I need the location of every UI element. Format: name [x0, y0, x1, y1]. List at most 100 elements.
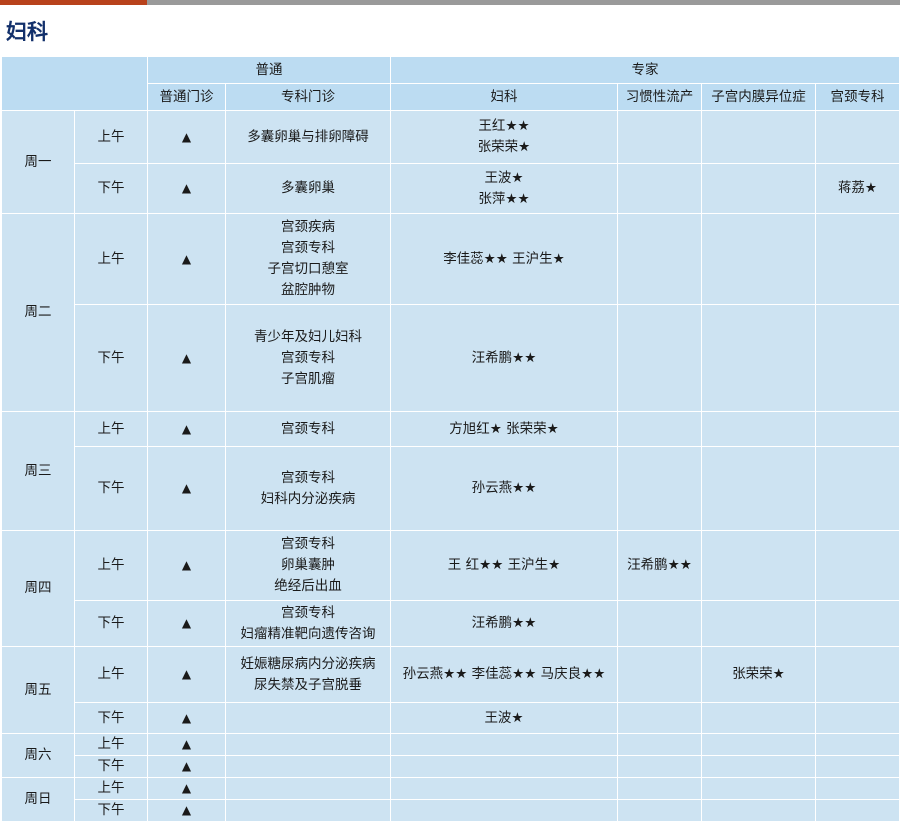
general-clinic-mark: ▲	[147, 600, 226, 647]
gyn-expert-cell: 孙云燕★★ 李佳蕊★★ 马庆良★★	[390, 646, 618, 703]
day-cell: 周五	[1, 646, 75, 734]
period-cell: 下午	[74, 163, 148, 214]
page-title: 妇科	[6, 20, 48, 44]
general-clinic-mark: ▲	[147, 446, 226, 531]
recurrent-expert-cell	[617, 110, 702, 164]
header-specialty-clinic: 专科门诊	[225, 83, 391, 111]
clinic-schedule-table: 普通 专家 普通门诊 专科门诊 妇科 习惯性流产 子宫内膜异位症 宫颈专科 周一…	[1, 56, 900, 822]
corner-cell	[1, 56, 148, 111]
specialty-cell: 青少年及妇儿妇科 宫颈专科 子宫肌瘤	[225, 304, 391, 412]
period-cell: 下午	[74, 304, 148, 412]
period-cell: 上午	[74, 213, 148, 305]
recurrent-expert-cell	[617, 213, 702, 305]
specialty-cell	[225, 733, 391, 756]
specialty-cell: 多囊卵巢与排卵障碍	[225, 110, 391, 164]
period-cell: 下午	[74, 755, 148, 778]
gyn-expert-cell: 王红★★ 张荣荣★	[390, 110, 618, 164]
endo-expert-cell	[701, 799, 816, 822]
cervical-expert-cell	[815, 799, 900, 822]
period-cell: 下午	[74, 600, 148, 647]
expert-line: 汪希鹏★★	[471, 615, 537, 631]
recurrent-expert-cell	[617, 446, 702, 531]
specialty-line: 宫颈专科	[281, 349, 335, 366]
cervical-expert-cell	[815, 213, 900, 305]
gyn-expert-cell: 王波★ 张萍★★	[390, 163, 618, 214]
general-clinic-mark: ▲	[147, 646, 226, 703]
general-clinic-mark: ▲	[147, 163, 226, 214]
expert-line: 王波★	[484, 709, 524, 726]
day-cell: 周六	[1, 733, 75, 778]
specialty-line: 宫颈专科	[281, 536, 335, 552]
cervical-expert-cell	[815, 755, 900, 778]
recurrent-expert-cell	[617, 755, 702, 778]
specialty-line: 妇瘤精准靶向遗传咨询	[240, 625, 376, 642]
gyn-expert-cell	[390, 755, 618, 778]
expert-line: 王红★★	[478, 118, 530, 134]
cervical-expert-cell	[815, 646, 900, 703]
period-cell: 上午	[74, 777, 148, 800]
cervical-expert-cell	[815, 777, 900, 800]
period-cell: 下午	[74, 702, 148, 734]
general-clinic-mark: ▲	[147, 213, 226, 305]
day-cell: 周四	[1, 530, 75, 647]
recurrent-expert-cell	[617, 733, 702, 756]
specialty-cell	[225, 777, 391, 800]
general-clinic-mark: ▲	[147, 733, 226, 756]
header-gynecology: 妇科	[390, 83, 618, 111]
day-cell: 周二	[1, 213, 75, 412]
endo-expert-cell	[701, 446, 816, 531]
endo-expert-cell	[701, 163, 816, 214]
specialty-line: 宫颈专科	[281, 469, 335, 486]
general-clinic-mark: ▲	[147, 530, 226, 601]
recurrent-expert-cell	[617, 799, 702, 822]
specialty-cell	[225, 755, 391, 778]
period-cell: 上午	[74, 646, 148, 703]
gyn-expert-cell: 汪希鹏★★	[390, 600, 618, 647]
general-clinic-mark: ▲	[147, 304, 226, 412]
recurrent-expert-cell	[617, 646, 702, 703]
specialty-line: 青少年及妇儿妇科	[254, 328, 362, 345]
cervical-expert-cell	[815, 304, 900, 412]
endo-expert-cell	[701, 600, 816, 647]
header-cervical: 宫颈专科	[815, 83, 900, 111]
specialty-line: 尿失禁及子宫脱垂	[254, 676, 362, 693]
general-clinic-mark: ▲	[147, 702, 226, 734]
specialty-cell: 宫颈专科 妇瘤精准靶向遗传咨询	[225, 600, 391, 647]
accent-segment	[0, 0, 147, 5]
expert-line: 王波★	[484, 169, 524, 186]
expert-line: 孙云燕★★	[471, 480, 537, 496]
cervical-expert-cell	[815, 733, 900, 756]
specialty-line: 多囊卵巢与排卵障碍	[247, 128, 369, 145]
period-cell: 下午	[74, 446, 148, 531]
gyn-expert-cell: 孙云燕★★	[390, 446, 618, 531]
specialty-line: 绝经后出血	[274, 578, 342, 594]
cervical-expert-cell	[815, 446, 900, 531]
recurrent-expert-cell	[617, 163, 702, 214]
general-clinic-mark: ▲	[147, 755, 226, 778]
endo-expert-cell: 张荣荣★	[701, 646, 816, 703]
cervical-expert-cell	[815, 411, 900, 447]
top-accent-bar	[0, 0, 900, 5]
general-clinic-mark: ▲	[147, 411, 226, 447]
gyn-expert-cell	[390, 799, 618, 822]
general-clinic-mark: ▲	[147, 799, 226, 822]
header-general-clinic: 普通门诊	[147, 83, 226, 111]
specialty-line: 子宫肌瘤	[281, 370, 335, 387]
endo-expert-cell	[701, 213, 816, 305]
specialty-cell: 宫颈专科	[225, 411, 391, 447]
cervical-expert-cell: 蒋荔★	[815, 163, 900, 214]
expert-line: 张荣荣★	[477, 139, 531, 155]
recurrent-expert-cell	[617, 411, 702, 447]
specialty-cell: 妊娠糖尿病内分泌疾病 尿失禁及子宫脱垂	[225, 646, 391, 703]
gyn-expert-cell: 方旭红★ 张荣荣★	[390, 411, 618, 447]
specialty-cell: 宫颈专科 卵巢囊肿 绝经后出血	[225, 530, 391, 601]
gyn-expert-cell: 王 红★★ 王沪生★	[390, 530, 618, 601]
specialty-line: 多囊卵巢	[281, 180, 335, 196]
expert-line: 汪希鹏★★	[471, 349, 537, 366]
specialty-line: 宫颈疾病	[281, 219, 335, 235]
general-clinic-mark: ▲	[147, 110, 226, 164]
endo-expert-cell	[701, 530, 816, 601]
gyn-expert-cell: 王波★	[390, 702, 618, 734]
period-cell: 上午	[74, 110, 148, 164]
endo-expert-cell	[701, 702, 816, 734]
